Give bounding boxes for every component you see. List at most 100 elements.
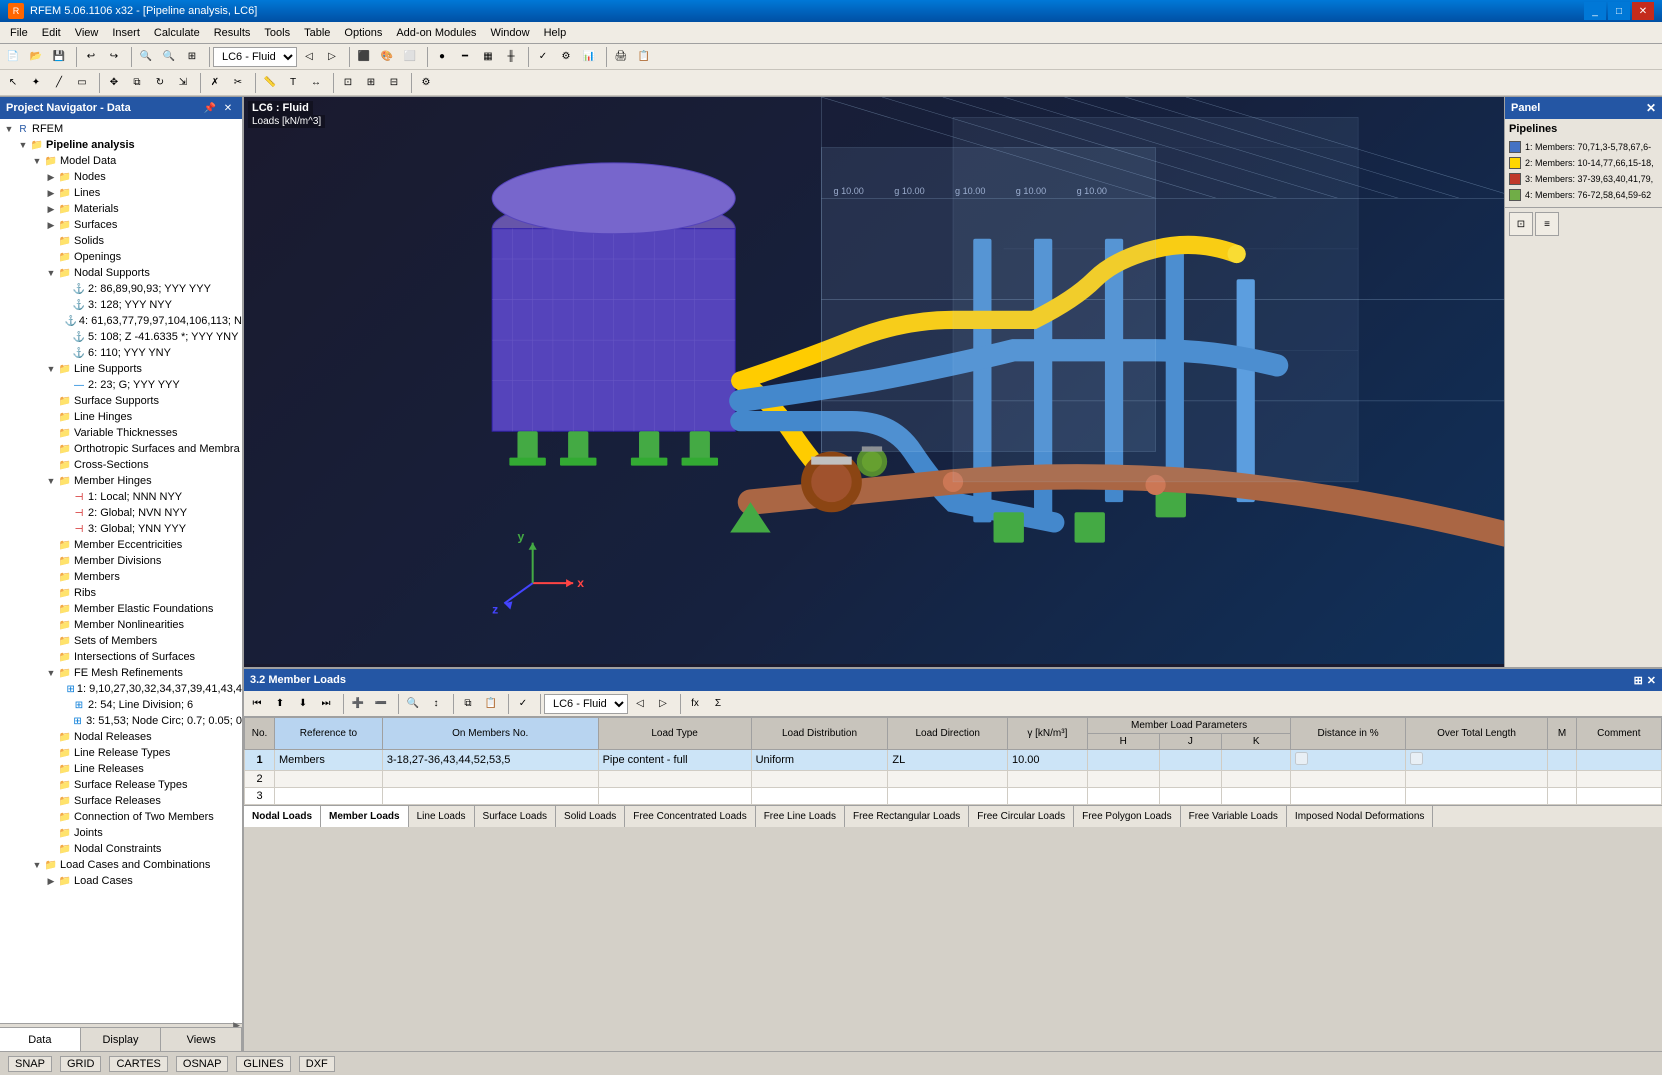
tt-formula2[interactable]: Σ [707, 694, 729, 714]
menu-calculate[interactable]: Calculate [148, 25, 206, 41]
panel-tool-2[interactable]: ≡ [1535, 212, 1559, 236]
tab-free-circ-loads[interactable]: Free Circular Loads [969, 806, 1074, 827]
tb-lines[interactable]: ━ [454, 46, 476, 68]
status-grid[interactable]: GRID [60, 1056, 102, 1072]
tb2-trim[interactable]: ✂ [227, 72, 249, 94]
tab-free-rect-loads[interactable]: Free Rectangular Loads [845, 806, 969, 827]
nav-tab-views[interactable]: Views [161, 1028, 242, 1051]
tree-item-line-supports[interactable]: ▼ 📁 Line Supports [0, 361, 242, 377]
tt-lc-next[interactable]: ▷ [652, 694, 674, 714]
tb-open[interactable]: 📂 [25, 46, 47, 68]
tab-free-var-loads[interactable]: Free Variable Loads [1181, 806, 1287, 827]
tree-item-sets-members[interactable]: 📁 Sets of Members [0, 633, 242, 649]
minimize-button[interactable]: _ [1584, 2, 1606, 20]
tb2-delete[interactable]: ✗ [204, 72, 226, 94]
panel-tool-1[interactable]: ⊡ [1509, 212, 1533, 236]
tree-item-fe3[interactable]: ⊞ 3: 51,53; Node Circ; 0.7; 0.05; 0 [0, 713, 242, 729]
tree-item-ns-1[interactable]: ⚓ 2: 86,89,90,93; YYY YYY [0, 281, 242, 297]
tab-free-line-loads[interactable]: Free Line Loads [756, 806, 845, 827]
tt-delete[interactable]: ➖ [370, 694, 392, 714]
tree-item-member-div[interactable]: 📁 Member Divisions [0, 553, 242, 569]
tb-zoom-fit[interactable]: ⊞ [181, 46, 203, 68]
tb2-line[interactable]: ╱ [48, 72, 70, 94]
table-row[interactable]: 3 [245, 788, 1662, 805]
tb2-measure[interactable]: 📏 [259, 72, 281, 94]
tb2-snap1[interactable]: ⊡ [337, 72, 359, 94]
tb-print[interactable]: 🖨 [610, 46, 632, 68]
table-row[interactable]: 1 Members 3-18,27-36,43,44,52,53,5 Pipe … [245, 750, 1662, 771]
tree-item-mh-3[interactable]: ⊣ 3: Global; YNN YYY [0, 521, 242, 537]
tree-item-line-release-types[interactable]: 📁 Line Release Types [0, 745, 242, 761]
menu-results[interactable]: Results [208, 25, 257, 41]
status-osnap[interactable]: OSNAP [176, 1056, 229, 1072]
nav-close[interactable]: ✕ [220, 100, 236, 116]
status-cartes[interactable]: CARTES [109, 1056, 167, 1072]
tree-item-line-releases[interactable]: 📁 Line Releases [0, 761, 242, 777]
tt-last[interactable]: ⏭ [315, 694, 337, 714]
tree-item-surface-releases[interactable]: 📁 Surface Releases [0, 793, 242, 809]
tb2-rect[interactable]: ▭ [71, 72, 93, 94]
tree-item-solids[interactable]: 📁 Solids [0, 233, 242, 249]
tree-item-ns-3[interactable]: ⚓ 4: 61,63,77,79,97,104,106,113; N [0, 313, 242, 329]
tb-save[interactable]: 💾 [48, 46, 70, 68]
tb2-move[interactable]: ✥ [103, 72, 125, 94]
tb-zoom-out[interactable]: 🔍 [158, 46, 180, 68]
tree-item-load-cases[interactable]: ▶ 📁 Load Cases [0, 873, 242, 889]
tree-item-materials[interactable]: ▶ 📁 Materials [0, 201, 242, 217]
tt-add[interactable]: ➕ [347, 694, 369, 714]
tb-new[interactable]: 📄 [2, 46, 24, 68]
tb-print2[interactable]: 📋 [633, 46, 655, 68]
tree-item-pipeline[interactable]: ▼ 📁 Pipeline analysis [0, 137, 242, 153]
tb-redo[interactable]: ↪ [103, 46, 125, 68]
tree-item-ribs[interactable]: 📁 Ribs [0, 585, 242, 601]
tree-item-nodes[interactable]: ▶ 📁 Nodes [0, 169, 242, 185]
tt-lc-prev[interactable]: ◁ [629, 694, 651, 714]
tb-next[interactable]: ▷ [321, 46, 343, 68]
menu-addon[interactable]: Add-on Modules [390, 25, 482, 41]
tree-item-openings[interactable]: 📁 Openings [0, 249, 242, 265]
tree-item-surface-release-types[interactable]: 📁 Surface Release Types [0, 777, 242, 793]
tree-item-intersections[interactable]: 📁 Intersections of Surfaces [0, 649, 242, 665]
menu-help[interactable]: Help [538, 25, 573, 41]
tt-prev-row[interactable]: ⬆ [269, 694, 291, 714]
tt-copy[interactable]: ⧉ [457, 694, 479, 714]
tab-member-loads[interactable]: Member Loads [321, 806, 409, 827]
status-snap[interactable]: SNAP [8, 1056, 52, 1072]
maximize-button[interactable]: □ [1608, 2, 1630, 20]
menu-table[interactable]: Table [298, 25, 336, 41]
tree-item-modeldata[interactable]: ▼ 📁 Model Data [0, 153, 242, 169]
tb-nodes[interactable]: ● [431, 46, 453, 68]
tree-item-rfem[interactable]: ▼ R RFEM [0, 121, 242, 137]
tb-results[interactable]: 📊 [578, 46, 600, 68]
tb2-snap2[interactable]: ⊞ [360, 72, 382, 94]
tree-item-ns-5[interactable]: ⚓ 6: 110; YYY YNY [0, 345, 242, 361]
tb2-copy[interactable]: ⧉ [126, 72, 148, 94]
menu-file[interactable]: File [4, 25, 34, 41]
tab-imposed-def[interactable]: Imposed Nodal Deformations [1287, 806, 1434, 827]
table-close-icon[interactable]: ✕ [1647, 674, 1656, 687]
tree-item-ns-4[interactable]: ⚓ 5: 108; Z -41.6335 *; YYY YNY [0, 329, 242, 345]
tb2-snap3[interactable]: ⊟ [383, 72, 405, 94]
menu-window[interactable]: Window [484, 25, 535, 41]
tree-item-member-ecc[interactable]: 📁 Member Eccentricities [0, 537, 242, 553]
tb-members[interactable]: ╫ [500, 46, 522, 68]
tb-prev[interactable]: ◁ [298, 46, 320, 68]
tab-surface-loads[interactable]: Surface Loads [475, 806, 557, 827]
tb-surfaces[interactable]: ▦ [477, 46, 499, 68]
tt-check[interactable]: ✓ [512, 694, 534, 714]
viewport-3d[interactable]: LC6 : Fluid Loads [kN/m^3] [244, 97, 1662, 667]
tab-free-conc-loads[interactable]: Free Concentrated Loads [625, 806, 755, 827]
tree-item-cross-sections[interactable]: 📁 Cross-Sections [0, 457, 242, 473]
tb2-options[interactable]: ⚙ [415, 72, 437, 94]
tt-formula[interactable]: fx [684, 694, 706, 714]
tree-item-surfaces[interactable]: ▶ 📁 Surfaces [0, 217, 242, 233]
tb-check[interactable]: ✓ [532, 46, 554, 68]
checkbox-distpct-1[interactable] [1295, 752, 1308, 765]
tree-item-mem-elastic[interactable]: 📁 Member Elastic Foundations [0, 601, 242, 617]
tb-zoom-in[interactable]: 🔍 [135, 46, 157, 68]
tb-render[interactable]: 🎨 [376, 46, 398, 68]
tb-calc[interactable]: ⚙ [555, 46, 577, 68]
close-button[interactable]: ✕ [1632, 2, 1654, 20]
tree-item-joints[interactable]: 📁 Joints [0, 825, 242, 841]
tab-nodal-loads[interactable]: Nodal Loads [244, 806, 321, 827]
